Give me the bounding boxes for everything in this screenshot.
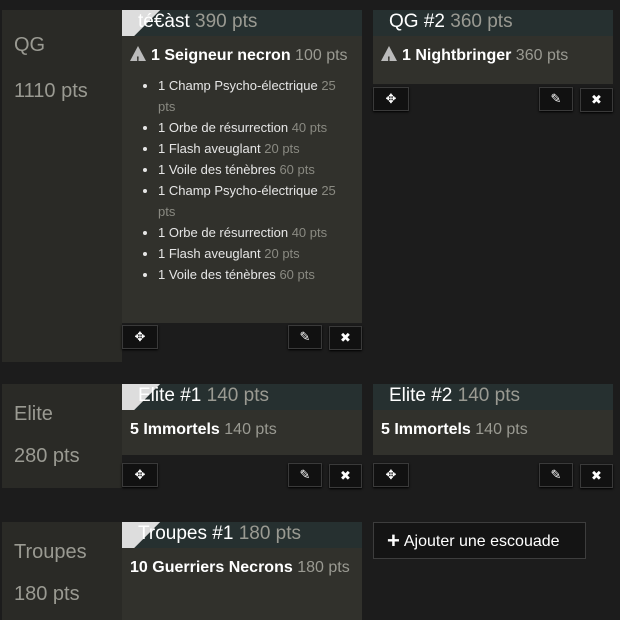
category-elite: Elite 280 pts [2,384,122,488]
squad-elite-2: Elite #2 140 pts 5 Immortels 140 pts [373,384,613,455]
upgrade-item: 1 Voile des ténèbres 60 pts [158,159,354,180]
squad-title: Elite #1 140 pts [138,385,269,406]
squad-body: 5 Immortels 140 pts [122,410,362,455]
move-button[interactable]: ✥ [373,463,409,487]
delete-button[interactable]: ✖ [329,464,362,488]
plus-icon: + [387,528,400,553]
upgrade-item: 1 Champ Psycho-électrique 25 pts [158,180,354,222]
pencil-icon: ✎ [550,91,562,106]
unit-entry[interactable]: ! 1 Nightbringer 360 pts [381,43,605,69]
close-icon: ✖ [340,468,351,483]
pencil-icon: ✎ [299,329,311,344]
squad-qg-1: té€àst 390 pts ! 1 Seigneur necron 100 pt… [122,10,362,323]
pencil-icon: ✎ [550,467,562,482]
pencil-icon: ✎ [299,467,311,482]
category-troupes: Troupes 180 pts [2,522,122,620]
squad-troupes-1: Troupes #1 180 pts 10 Guerriers Necrons … [122,522,362,620]
squad-header: té€àst 390 pts [122,10,362,36]
squad-title: QG #2 360 pts [389,11,513,32]
close-icon: ✖ [591,468,602,483]
upgrade-item: 1 Voile des ténèbres 60 pts [158,264,354,285]
squad-header: Elite #1 140 pts [122,384,362,410]
delete-button[interactable]: ✖ [580,464,613,488]
squad-header: Elite #2 140 pts [373,384,613,410]
category-name: Troupes [14,541,87,563]
move-button[interactable]: ✥ [122,325,158,349]
delete-button[interactable]: ✖ [329,326,362,350]
move-arrows-icon: ✥ [385,91,397,106]
close-icon: ✖ [340,330,351,345]
unit-entry[interactable]: 10 Guerriers Necrons 180 pts [130,555,354,581]
category-points: 1110 pts [14,80,88,102]
edit-button[interactable]: ✎ [288,325,322,349]
unit-entry[interactable]: 5 Immortels 140 pts [130,417,354,443]
delete-button[interactable]: ✖ [580,88,613,112]
upgrade-item: 1 Orbe de résurrection 40 pts [158,222,354,243]
edit-button[interactable]: ✎ [539,87,573,111]
squad-qg-2: QG #2 360 pts ! 1 Nightbringer 360 pts [373,10,613,84]
squad-elite-1: Elite #1 140 pts 5 Immortels 140 pts [122,384,362,455]
squad-body: 10 Guerriers Necrons 180 pts [122,548,362,620]
close-icon: ✖ [591,92,602,107]
unit-entry[interactable]: 5 Immortels 140 pts [381,417,605,443]
squad-body: ! 1 Nightbringer 360 pts [373,36,613,84]
edit-button[interactable]: ✎ [288,463,322,487]
move-arrows-icon: ✥ [134,467,146,482]
upgrade-item: 1 Champ Psycho-électrique 25 pts [158,75,354,117]
move-button[interactable]: ✥ [122,463,158,487]
category-points: 180 pts [14,583,80,605]
squad-header: Troupes #1 180 pts [122,522,362,548]
squad-title: té€àst 390 pts [138,11,258,32]
squad-body: !1 Seigneur necron 100 pts 1 Champ Psych… [122,36,362,323]
category-points: 280 pts [14,445,80,467]
move-button[interactable]: ✥ [373,87,409,111]
warning-icon: ! [130,46,146,67]
upgrade-item: 1 Orbe de résurrection 40 pts [158,117,354,138]
squad-body: 5 Immortels 140 pts [373,410,613,455]
unit-entry[interactable]: ! 1 Seigneur necron 100 pts [130,43,354,69]
warning-icon: ! [381,46,397,67]
category-name: Elite [14,403,53,425]
squad-title: Troupes #1 180 pts [138,523,302,544]
squad-header: QG #2 360 pts [373,10,613,36]
move-arrows-icon: ✥ [385,467,397,482]
upgrade-item: 1 Flash aveuglant 20 pts [158,243,354,264]
edit-button[interactable]: ✎ [539,463,573,487]
move-arrows-icon: ✥ [134,329,146,344]
add-squad-button[interactable]: + Ajouter une escouade [373,522,586,559]
upgrade-item: 1 Flash aveuglant 20 pts [158,138,354,159]
category-name: QG [14,34,46,56]
upgrade-list: 1 Champ Psycho-électrique 25 pts 1 Orbe … [130,75,354,285]
category-qg: QG 1110 pts [2,10,122,362]
squad-title: Elite #2 140 pts [389,385,520,406]
add-squad-label: Ajouter une escouade [403,533,560,550]
